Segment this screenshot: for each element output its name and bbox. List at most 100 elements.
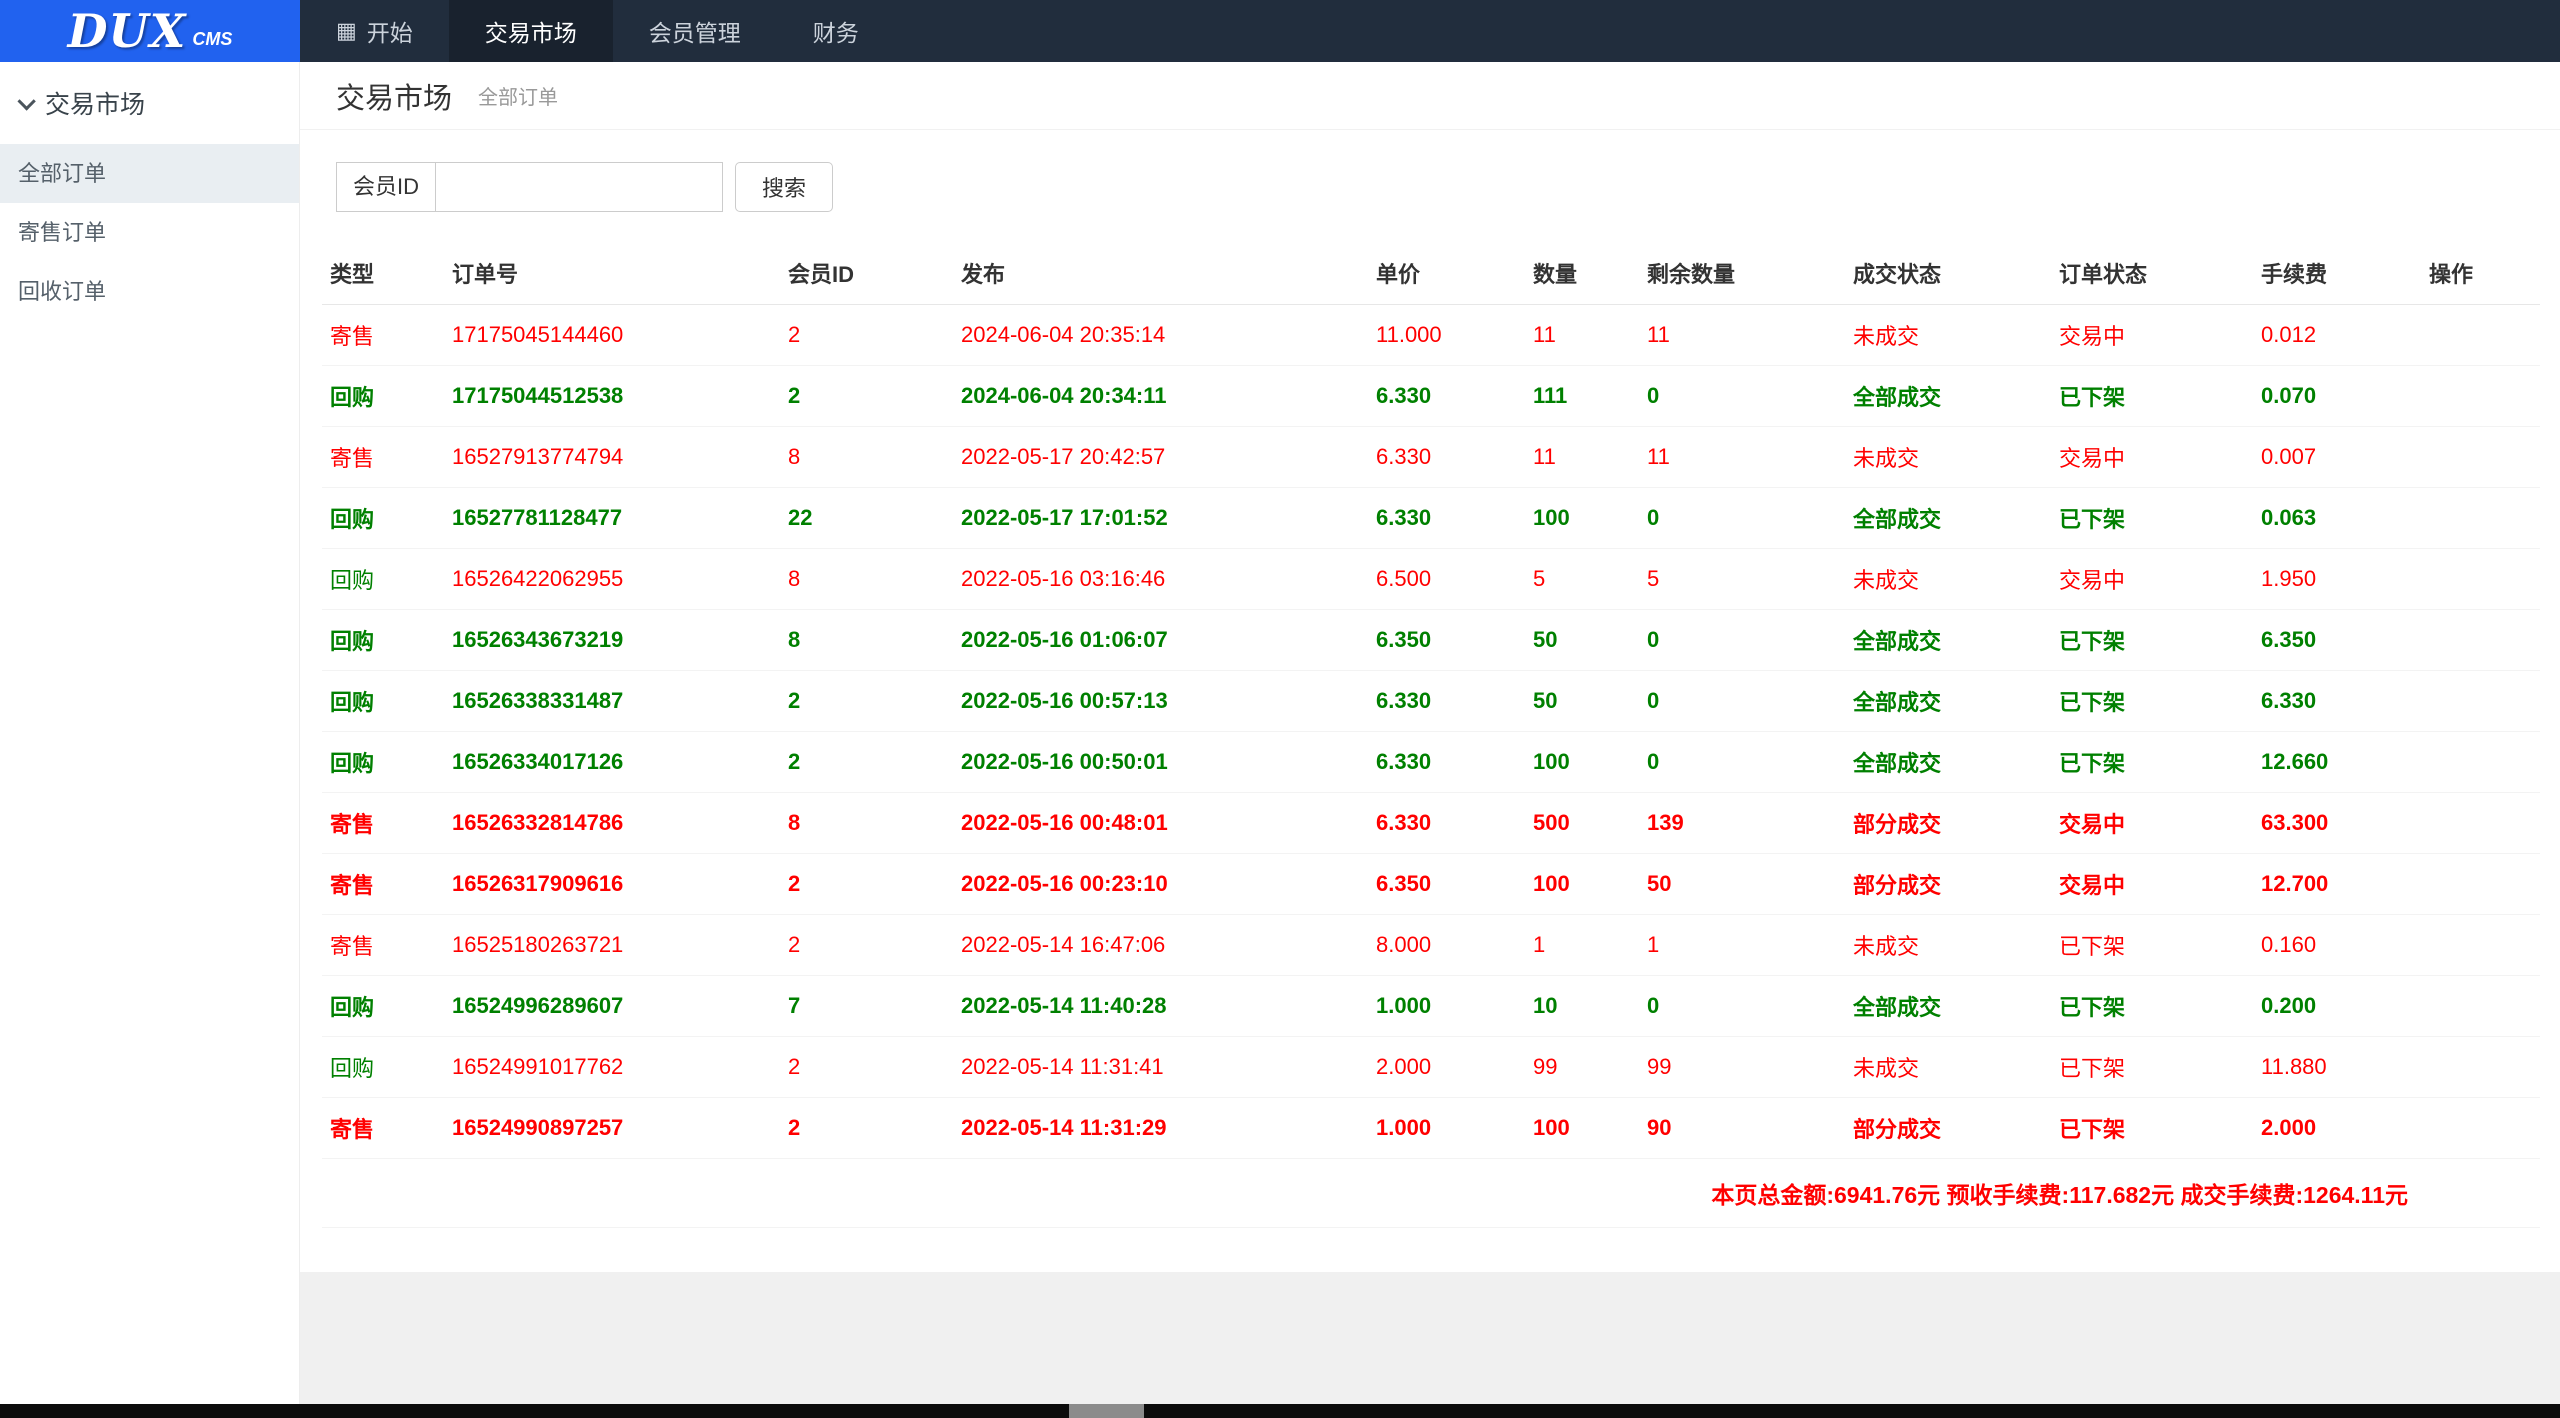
action-cell	[2421, 793, 2540, 854]
sidebar-section-title[interactable]: 交易市场	[0, 62, 299, 144]
top-menu-item-label: 开始	[367, 14, 413, 48]
horizontal-scrollbar[interactable]	[0, 1404, 2560, 1418]
order-type: 回购	[322, 549, 444, 610]
column-header: 成交状态	[1845, 242, 2051, 305]
deal-status: 部分成交	[1845, 854, 2051, 915]
quantity: 111	[1525, 366, 1639, 427]
order-number: 16527913774794	[444, 427, 780, 488]
search-bar: 会员ID 搜索	[336, 162, 2540, 212]
unit-price: 6.350	[1368, 854, 1525, 915]
order-row: 回购 16526422062955 8 2022-05-16 03:16:46 …	[322, 549, 2540, 610]
order-row: 回购 16524991017762 2 2022-05-14 11:31:41 …	[322, 1037, 2540, 1098]
brand-logo[interactable]: DUX CMS	[0, 0, 300, 62]
action-cell	[2421, 671, 2540, 732]
publish-time: 2022-05-14 11:31:41	[953, 1037, 1368, 1098]
column-header: 单价	[1368, 242, 1525, 305]
member-id-input[interactable]	[435, 162, 723, 212]
order-number: 16526334017126	[444, 732, 780, 793]
fee: 6.350	[2253, 610, 2421, 671]
order-row: 回购 16526334017126 2 2022-05-16 00:50:01 …	[322, 732, 2540, 793]
remaining-quantity: 11	[1639, 427, 1845, 488]
top-menu-item[interactable]: 会员管理	[613, 0, 777, 62]
order-row: 寄售 16524990897257 2 2022-05-14 11:31:29 …	[322, 1098, 2540, 1159]
remaining-quantity: 139	[1639, 793, 1845, 854]
main-layout: 交易市场 全部订单寄售订单回收订单 交易市场 全部订单 会员ID 搜索 类型订	[0, 62, 2560, 1404]
member-id: 2	[780, 305, 953, 366]
action-cell	[2421, 976, 2540, 1037]
fee: 0.012	[2253, 305, 2421, 366]
action-cell	[2421, 732, 2540, 793]
order-number: 16527781128477	[444, 488, 780, 549]
summary-totals: 本页总金额:6941.76元 预收手续费:117.682元 成交手续费:1264…	[322, 1159, 2540, 1228]
remaining-quantity: 0	[1639, 671, 1845, 732]
order-type: 回购	[322, 1037, 444, 1098]
publish-time: 2024-06-04 20:34:11	[953, 366, 1368, 427]
publish-time: 2022-05-16 00:48:01	[953, 793, 1368, 854]
order-type: 回购	[322, 976, 444, 1037]
publish-time: 2022-05-16 03:16:46	[953, 549, 1368, 610]
column-header: 类型	[322, 242, 444, 305]
order-type: 回购	[322, 610, 444, 671]
fee: 0.007	[2253, 427, 2421, 488]
deal-status: 未成交	[1845, 915, 2051, 976]
column-header: 操作	[2421, 242, 2540, 305]
remaining-quantity: 0	[1639, 976, 1845, 1037]
order-status: 已下架	[2051, 1037, 2253, 1098]
quantity: 50	[1525, 610, 1639, 671]
main-area: 交易市场 全部订单 会员ID 搜索 类型订单号会员ID发布单价数量剩余数量成交状…	[300, 62, 2560, 1404]
remaining-quantity: 99	[1639, 1037, 1845, 1098]
publish-time: 2022-05-14 11:31:29	[953, 1098, 1368, 1159]
order-number: 16525180263721	[444, 915, 780, 976]
order-number: 16526317909616	[444, 854, 780, 915]
order-type: 寄售	[322, 305, 444, 366]
deal-status: 全部成交	[1845, 366, 2051, 427]
sidebar: 交易市场 全部订单寄售订单回收订单	[0, 62, 300, 1404]
unit-price: 1.000	[1368, 976, 1525, 1037]
order-status: 交易中	[2051, 427, 2253, 488]
unit-price: 8.000	[1368, 915, 1525, 976]
fee: 63.300	[2253, 793, 2421, 854]
order-number: 17175044512538	[444, 366, 780, 427]
unit-price: 6.330	[1368, 793, 1525, 854]
top-menu-item[interactable]: 交易市场	[449, 0, 613, 62]
quantity: 100	[1525, 1098, 1639, 1159]
sidebar-section-label: 交易市场	[45, 85, 145, 121]
member-id: 2	[780, 915, 953, 976]
quantity: 500	[1525, 793, 1639, 854]
column-header: 数量	[1525, 242, 1639, 305]
sidebar-item[interactable]: 全部订单	[0, 144, 299, 203]
fee: 0.200	[2253, 976, 2421, 1037]
summary-row: 本页总金额:6941.76元 预收手续费:117.682元 成交手续费:1264…	[322, 1159, 2540, 1228]
fee: 1.950	[2253, 549, 2421, 610]
member-id: 8	[780, 610, 953, 671]
member-id: 2	[780, 1098, 953, 1159]
action-cell	[2421, 488, 2540, 549]
top-menu-item[interactable]: ▦开始	[300, 0, 449, 62]
deal-status: 全部成交	[1845, 732, 2051, 793]
fee: 2.000	[2253, 1098, 2421, 1159]
unit-price: 6.350	[1368, 610, 1525, 671]
fee: 0.063	[2253, 488, 2421, 549]
member-id-label: 会员ID	[336, 162, 435, 212]
column-header: 订单号	[444, 242, 780, 305]
publish-time: 2022-05-16 01:06:07	[953, 610, 1368, 671]
quantity: 1	[1525, 915, 1639, 976]
action-cell	[2421, 427, 2540, 488]
search-button[interactable]: 搜索	[735, 162, 833, 212]
fee: 6.330	[2253, 671, 2421, 732]
orders-table: 类型订单号会员ID发布单价数量剩余数量成交状态订单状态手续费操作 寄售 1717…	[322, 242, 2540, 1228]
top-menu-item-label: 交易市场	[485, 14, 577, 48]
order-row: 寄售 16526317909616 2 2022-05-16 00:23:10 …	[322, 854, 2540, 915]
publish-time: 2022-05-16 00:50:01	[953, 732, 1368, 793]
member-id: 22	[780, 488, 953, 549]
sidebar-item[interactable]: 回收订单	[0, 262, 299, 321]
sidebar-item[interactable]: 寄售订单	[0, 203, 299, 262]
top-menu-item[interactable]: 财务	[777, 0, 895, 62]
fee: 0.160	[2253, 915, 2421, 976]
order-number: 16526343673219	[444, 610, 780, 671]
action-cell	[2421, 549, 2540, 610]
remaining-quantity: 90	[1639, 1098, 1845, 1159]
scrollbar-thumb[interactable]	[1069, 1404, 1144, 1418]
quantity: 50	[1525, 671, 1639, 732]
remaining-quantity: 0	[1639, 610, 1845, 671]
